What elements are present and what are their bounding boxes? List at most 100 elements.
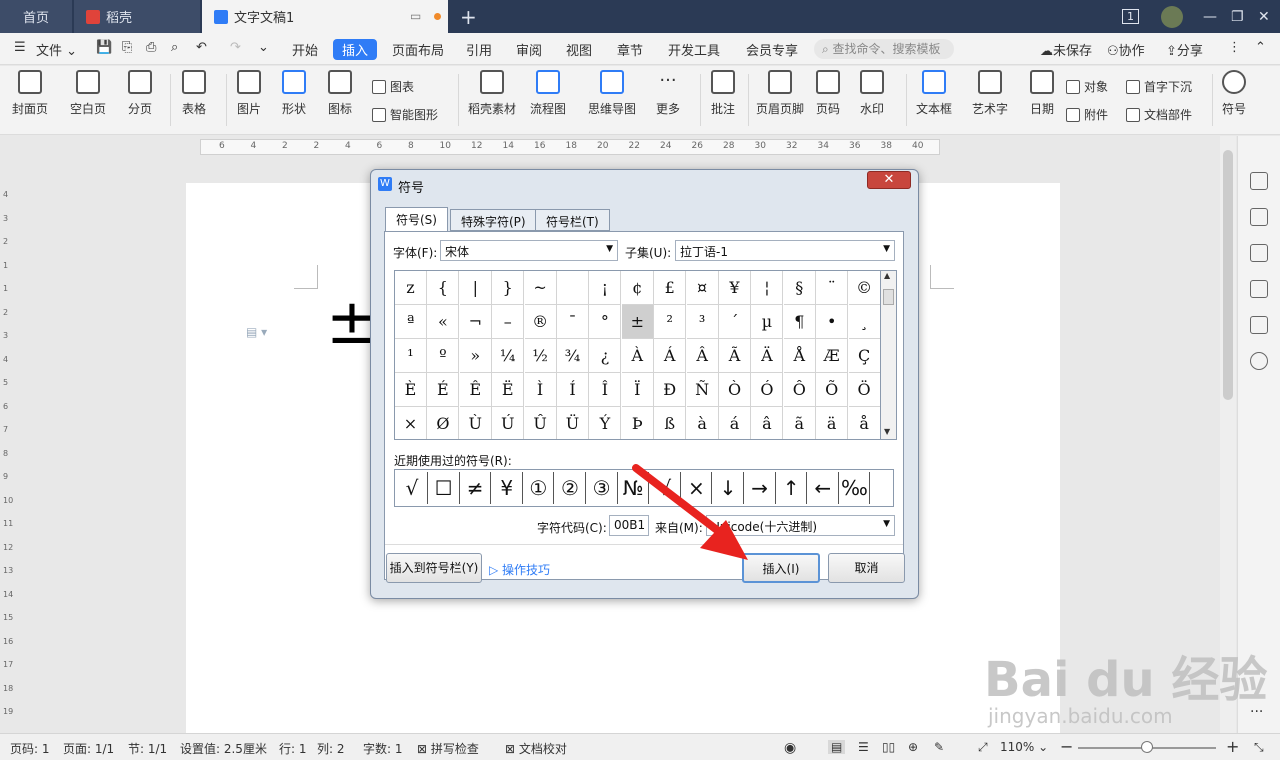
spell-check-button[interactable]: ⊠ 拼写检查 [417,740,479,757]
textbox-button[interactable]: 文本框 [916,70,952,117]
status-col[interactable]: 列: 2 [317,740,345,757]
symbol-cell[interactable]: £ [654,271,687,305]
cursor-icon[interactable] [1250,244,1268,262]
symbol-cell[interactable]: Ü [557,407,589,439]
symbol-cell[interactable]: ¾ [557,339,589,373]
quick-access-icon[interactable]: ⌄ [258,40,269,55]
symbol-cell[interactable]: Õ [816,373,849,407]
blank-page-button[interactable]: 空白页 [70,70,106,117]
symbol-cell[interactable]: ½ [524,339,557,373]
object-button[interactable]: 对象 [1066,78,1108,95]
recent-symbol-cell[interactable]: ☐ [429,472,460,504]
symbol-cell[interactable]: Å [783,339,816,373]
symbol-cell[interactable]: ä [816,407,849,439]
flowchart-button[interactable]: 流程图 [530,70,566,117]
eye-icon[interactable]: ◉ [784,740,796,756]
hamburger-icon[interactable]: ☰ [14,40,26,55]
status-pages[interactable]: 页面: 1/1 [63,740,114,757]
symbol-cell[interactable]: ° [589,305,622,339]
tab-home[interactable]: 首页 [0,0,72,33]
zoom-out-button[interactable]: − [1060,737,1073,756]
symbol-cell[interactable]: § [783,271,816,305]
scrollbar-thumb[interactable] [883,289,894,305]
sliders-icon[interactable] [1250,280,1268,298]
symbol-cell[interactable]: Æ [816,339,849,373]
rocket-icon[interactable] [1250,172,1268,190]
page-break-button[interactable]: 分页 [128,70,152,117]
tab-special-chars[interactable]: 特殊字符(P) [450,209,537,231]
symbol-cell[interactable]: ´ [719,305,751,339]
symbol-cell[interactable]: ¬ [459,305,492,339]
symbol-cell[interactable]: { [427,271,460,305]
drop-cap-button[interactable]: 首字下沉 [1126,78,1192,95]
status-section[interactable]: 节: 1/1 [128,740,167,757]
collapse-icon[interactable]: ⌃ [1255,40,1266,55]
menu-member[interactable]: 会员专享 [746,40,798,59]
symbol-cell[interactable]: ¼ [492,339,525,373]
more-button[interactable]: ··· 更多 [656,70,680,117]
watermark-button[interactable]: 水印 [860,70,884,117]
symbol-cell[interactable]: Ú [492,407,525,439]
symbol-cell[interactable]: z [395,271,427,305]
cancel-button[interactable]: 取消 [828,553,905,583]
symbol-cell[interactable]: » [459,339,492,373]
scroll-up-icon[interactable]: ▲ [884,271,890,280]
status-wordcount[interactable]: 字数: 1 [363,740,403,757]
symbol-cell[interactable]: Ã [719,339,751,373]
minimize-icon[interactable]: — [1203,0,1217,33]
symbol-cell[interactable]: ¦ [751,271,784,305]
symbol-cell[interactable]: © [848,271,880,305]
font-select[interactable]: 宋体 ▼ [440,240,618,261]
symbol-cell[interactable]: ¥ [719,271,751,305]
page-number-button[interactable]: 页码 [816,70,840,117]
symbol-cell[interactable]: º [427,339,460,373]
fullscreen-icon[interactable]: ⤡ [1254,740,1264,755]
symbol-cell[interactable]: ¨ [816,271,849,305]
web-view-icon[interactable]: ⊕ [908,740,918,754]
symbol-grid[interactable]: z{|} ~ ¡ ¢ £ ¤ ¥ ¦ § ¨ © ª «¬ – ® ¯ ° ± ² ³ ´ µ ¶ • ¸ ¹ º» ¼ ½ ¾ ¿ À Á Â Ã… [394,270,881,440]
restore-icon[interactable]: ❐ [1231,0,1244,33]
recent-symbol-cell[interactable]: ≠ [460,472,492,504]
recent-symbol-cell[interactable]: ② [555,472,586,504]
symbol-cell[interactable]: Ô [783,373,816,407]
symbol-cell[interactable]: Â [686,339,719,373]
icon-library-button[interactable]: 图标 [328,70,352,117]
preview-icon[interactable]: ⌕ [171,40,178,55]
symbol-cell[interactable]: Ó [751,373,784,407]
write-view-icon[interactable]: ✎ [934,740,944,754]
symbol-cell[interactable]: ~ [524,271,557,305]
shape-button[interactable]: 形状 [282,70,306,117]
menu-view[interactable]: 视图 [566,40,592,59]
more-icon[interactable]: ⋮ [1228,40,1241,55]
box-icon[interactable] [1250,316,1268,334]
symbol-cell[interactable]: – [492,305,525,339]
symbol-cell[interactable]: « [427,305,460,339]
doc-parts-button[interactable]: 文档部件 [1126,106,1192,123]
symbol-cell[interactable]: × [395,407,427,439]
symbol-cell[interactable]: Ë [492,373,525,407]
menu-start[interactable]: 开始 [292,40,318,59]
symbol-cell[interactable]: à [687,407,719,439]
recent-symbol-cell[interactable]: ③ [587,472,618,504]
attachment-button[interactable]: 附件 [1066,106,1108,123]
symbol-cell[interactable]: ã [784,407,816,439]
redo-icon[interactable]: ↷ [230,40,241,55]
search-input[interactable]: ⌕ 查找命令、搜索模板 [814,39,954,59]
symbol-cell[interactable]: Ç [848,339,880,373]
tab-daoke[interactable]: 稻壳 [74,0,200,33]
symbol-cell[interactable]: ¤ [686,271,719,305]
recent-symbol-cell[interactable]: ↑ [776,472,808,504]
symbol-cell[interactable]: • [816,305,849,339]
subset-select[interactable]: 拉丁语-1 ▼ [675,240,895,261]
page-view-icon[interactable]: ▤ [828,740,846,754]
daoke-assets-button[interactable]: 稻壳素材 [468,70,516,117]
symbol-cell[interactable]: â [751,407,784,439]
symbol-cell[interactable]: å [849,407,880,439]
comment-button[interactable]: 批注 [711,70,735,117]
symbol-cell[interactable]: ® [524,305,557,339]
vertical-ruler[interactable]: 4 3 2 1 1 2 3 4 5 6 7 8 9 10 11 12 13 14 15 16 17 18 19 [0,158,14,733]
zoom-in-button[interactable]: + [1226,737,1239,756]
symbol-cell[interactable]: Ð [654,373,687,407]
menu-insert[interactable]: 插入 [333,39,378,60]
symbol-cell[interactable]: ¯ [557,305,589,339]
